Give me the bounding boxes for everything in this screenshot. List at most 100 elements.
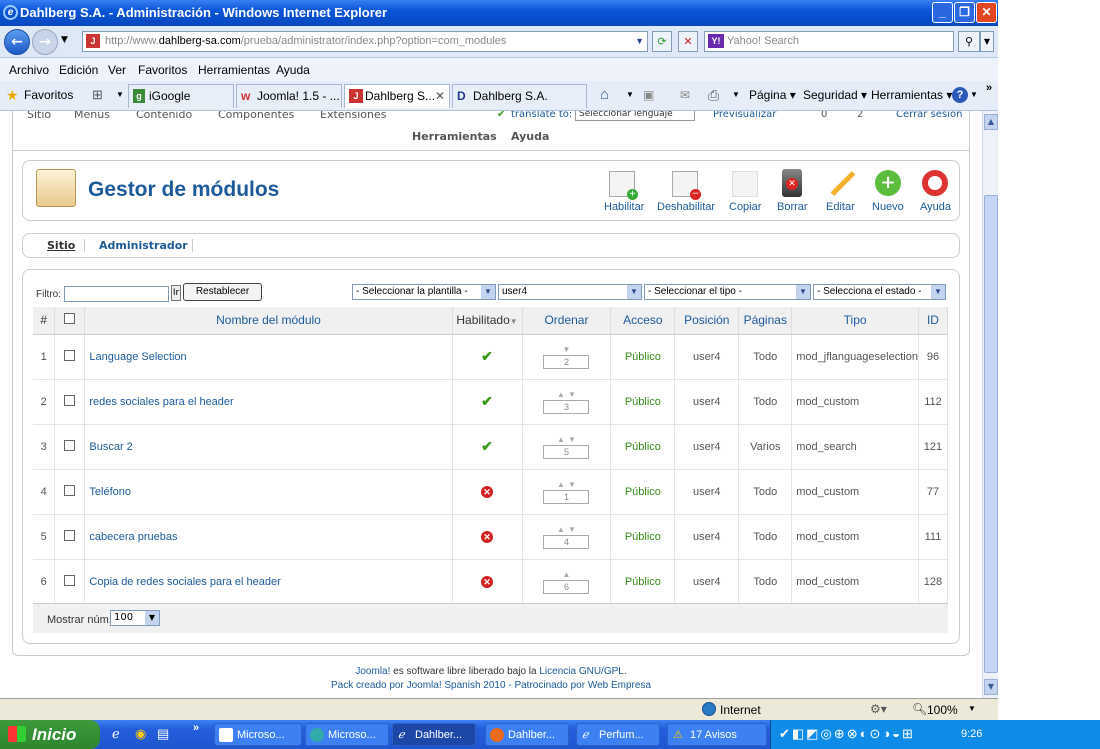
row-checkbox[interactable] xyxy=(64,574,76,586)
task-firefox-dahlberg[interactable]: Dahlber... xyxy=(485,723,569,746)
menu-extensiones[interactable]: Extensiones xyxy=(320,111,387,121)
mail-icon[interactable]: ✉ xyxy=(680,88,690,102)
tab-dahlberg-site[interactable]: D Dahlberg S.A. xyxy=(452,84,587,108)
logout-link[interactable]: Cerrar sesión xyxy=(896,111,962,120)
address-bar[interactable]: J http://www.dahlberg-sa.com/prueba/admi… xyxy=(82,31,648,52)
row-checkbox[interactable] xyxy=(64,349,76,361)
help-lifebuoy-icon[interactable] xyxy=(922,170,948,196)
order-input[interactable]: 1 xyxy=(543,490,590,504)
menu-ayuda[interactable]: Ayuda xyxy=(511,130,549,143)
tab-joomla[interactable]: w Joomla! 1.5 - ... xyxy=(236,84,342,108)
order-down-icon[interactable]: ▼ xyxy=(568,525,576,534)
enabled-check-icon[interactable]: ✔ xyxy=(481,348,493,364)
forward-button[interactable]: → xyxy=(32,29,58,55)
tray-icons[interactable]: ✔◧◩◎⊕⊗◐⊙◑◒⊞ xyxy=(779,726,915,742)
print-dropdown-icon[interactable]: ▼ xyxy=(732,90,740,99)
row-checkbox[interactable] xyxy=(64,529,76,541)
help-dropdown-icon[interactable]: ▼ xyxy=(970,90,978,99)
col-order[interactable]: Ordenar xyxy=(522,307,612,335)
order-input[interactable]: 3 xyxy=(543,400,590,414)
col-position[interactable]: Posición xyxy=(674,307,740,335)
copy-icon[interactable] xyxy=(732,171,758,197)
enable-icon[interactable]: + xyxy=(609,171,638,200)
module-name-link[interactable]: Buscar 2 xyxy=(84,424,453,470)
order-up-icon[interactable]: ▲ xyxy=(557,480,565,489)
enabled-check-icon[interactable]: ✔ xyxy=(481,393,493,409)
order-up-icon[interactable]: ▲ xyxy=(562,570,570,579)
module-name-link[interactable]: Language Selection xyxy=(84,334,453,380)
task-ie-dahlberg[interactable]: ℯ Dahlber... xyxy=(392,723,476,746)
col-access[interactable]: Acceso xyxy=(610,307,676,335)
menu-menus[interactable]: Menús xyxy=(74,111,110,121)
new-button[interactable]: Nuevo xyxy=(872,201,904,213)
order-down-icon[interactable]: ▼ xyxy=(568,480,576,489)
order-up-icon[interactable]: ▲ xyxy=(557,435,565,444)
print-icon[interactable]: ⎙ xyxy=(708,87,719,104)
home-icon[interactable]: ⌂ xyxy=(600,86,609,103)
refresh-icon[interactable]: ⟳ xyxy=(652,31,672,52)
menu-favoritos[interactable]: Favoritos xyxy=(138,63,187,77)
tab-list-dropdown-icon[interactable]: ▼ xyxy=(116,90,124,99)
menu-componentes[interactable]: Componentes xyxy=(218,111,294,121)
tab-close-icon[interactable]: ✕ xyxy=(435,85,445,107)
col-name[interactable]: Nombre del módulo xyxy=(84,307,453,335)
access-link[interactable]: Público xyxy=(610,379,676,425)
filter-input[interactable] xyxy=(64,286,169,302)
vertical-scrollbar[interactable]: ▲ ▼ xyxy=(982,111,998,698)
edit-button[interactable]: Editar xyxy=(826,201,855,213)
position-select[interactable]: user4 ▼ xyxy=(498,284,642,300)
tab-dahlberg-admin[interactable]: J Dahlberg S... ✕ xyxy=(344,84,450,108)
menu-herramientas[interactable]: Herramientas xyxy=(198,63,270,77)
search-options-icon[interactable]: ▼ xyxy=(980,31,994,52)
quicklaunch-desktop-icon[interactable]: ▤ xyxy=(157,726,169,742)
enable-button[interactable]: Habilitar xyxy=(604,201,644,213)
tools-menu[interactable]: Herramientas ▾ xyxy=(871,88,952,102)
stop-icon[interactable]: ✕ xyxy=(678,31,698,52)
history-dropdown-icon[interactable]: ▼ xyxy=(61,35,68,45)
help-button[interactable]: Ayuda xyxy=(920,201,951,213)
web-empresa-link[interactable]: Web Empresa xyxy=(588,680,651,691)
row-checkbox[interactable] xyxy=(64,394,76,406)
col-enabled[interactable]: Habilitado▼ xyxy=(452,307,523,335)
favorites-button[interactable]: Favoritos xyxy=(24,88,73,102)
col-id[interactable]: ID xyxy=(918,307,949,335)
page-menu[interactable]: Página ▾ xyxy=(749,88,796,102)
col-type[interactable]: Tipo xyxy=(791,307,919,335)
joomla-spanish-link[interactable]: Joomla! Spanish 2010 xyxy=(407,680,506,691)
quicklaunch-more-icon[interactable]: » xyxy=(193,722,199,734)
order-up-icon[interactable]: ▲ xyxy=(557,390,565,399)
menu-edicion[interactable]: Edición xyxy=(59,63,98,77)
tab-igoogle[interactable]: g iGoogle xyxy=(128,84,234,108)
module-name-link[interactable]: redes sociales para el header xyxy=(84,379,453,425)
module-name-link[interactable]: Teléfono xyxy=(84,469,453,515)
zoom-icon[interactable]: 🔍︎ xyxy=(912,702,927,716)
home-dropdown-icon[interactable]: ▼ xyxy=(626,90,634,99)
state-select[interactable]: - Selecciona el estado - ▼ xyxy=(813,284,946,300)
scroll-down-icon[interactable]: ▼ xyxy=(984,679,998,695)
task-ie-perfum[interactable]: ℯ Perfum... xyxy=(576,723,660,746)
reset-button[interactable]: Restablecer xyxy=(183,283,262,301)
module-name-link[interactable]: cabecera pruebas xyxy=(84,514,453,560)
menu-sitio[interactable]: Sitio xyxy=(27,111,51,121)
row-checkbox[interactable] xyxy=(64,439,76,451)
module-name-link[interactable]: Copia de redes sociales para el header xyxy=(84,559,453,605)
order-down-icon[interactable]: ▼ xyxy=(568,390,576,399)
menu-herramientas[interactable]: Herramientas xyxy=(412,130,497,143)
start-button[interactable]: Inicio xyxy=(0,720,100,749)
license-link[interactable]: Licencia GNU/GPL xyxy=(539,666,623,677)
back-button[interactable]: ← xyxy=(4,29,30,55)
feeds-icon[interactable]: ▣ xyxy=(643,88,654,102)
order-input[interactable]: 4 xyxy=(543,535,590,549)
quicklaunch-ie-icon[interactable]: ℯ xyxy=(112,726,120,742)
disabled-x-icon[interactable]: ✕ xyxy=(481,530,494,543)
order-up-icon[interactable]: ▲ xyxy=(557,525,565,534)
joomla-link[interactable]: Joomla! xyxy=(355,666,390,677)
protected-mode-icon[interactable]: ⚙▾ xyxy=(870,702,887,716)
edit-icon[interactable] xyxy=(828,171,856,197)
subtab-sitio[interactable]: Sitio xyxy=(47,239,75,252)
new-icon[interactable]: + xyxy=(875,170,901,196)
go-button[interactable]: Ir xyxy=(171,285,181,301)
address-dropdown-icon[interactable]: ▼ xyxy=(635,32,644,51)
copy-button[interactable]: Copiar xyxy=(729,201,761,213)
select-all-checkbox[interactable] xyxy=(64,313,76,325)
